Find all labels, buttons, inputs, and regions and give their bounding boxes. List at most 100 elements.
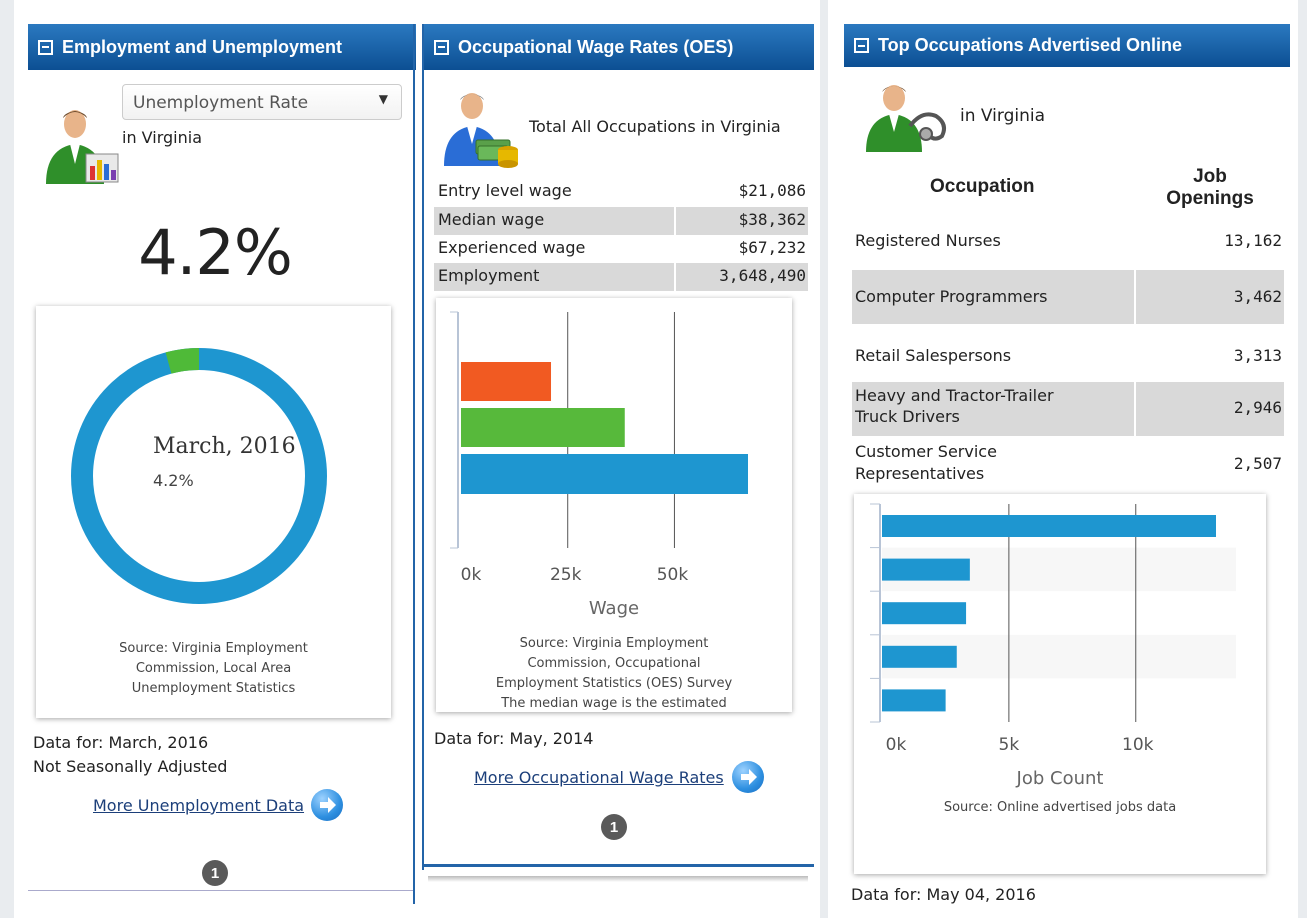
- panel-title: Employment and Unemployment: [62, 36, 343, 57]
- divider-shadow: [428, 876, 808, 882]
- source-line: The median wage is the estimated: [501, 696, 727, 711]
- table-row: Experienced wage $67,232: [434, 235, 808, 263]
- source-line: Commission, Local Area: [135, 661, 292, 676]
- occupation-name-cont: Representatives: [855, 464, 985, 483]
- row-value: 3,648,490: [719, 266, 806, 285]
- col-openings-header: Job Openings: [1148, 166, 1272, 210]
- occupation-name: Registered Nurses: [855, 231, 1001, 250]
- nurse-avatar-icon: [866, 85, 946, 152]
- header-line: Job: [1193, 166, 1227, 187]
- column-separator: [413, 24, 415, 904]
- data-for-label: Data for: March, 2016: [33, 733, 209, 752]
- openings-value: 2,946: [1233, 398, 1282, 417]
- table-row: Employment 3,648,490: [434, 263, 808, 291]
- source-line: Source: Virginia Employment: [119, 641, 308, 656]
- row-label: Employment: [438, 266, 540, 285]
- column-separator: [422, 24, 424, 870]
- panel-header: Employment and Unemployment: [28, 24, 428, 70]
- page-indicator[interactable]: 1: [202, 860, 228, 886]
- source-text: Source: Virginia Employment Commission, …: [436, 634, 792, 712]
- money-avatar-icon: [444, 93, 518, 168]
- col-occupation-header: Occupation: [930, 176, 1035, 197]
- occupation-name: Retail Salespersons: [855, 346, 1012, 365]
- panel-title: Occupational Wage Rates (OES): [458, 36, 734, 57]
- donut-chart-box: March, 2016 4.2% Source: Virginia Employ…: [36, 306, 391, 718]
- panel-header: Occupational Wage Rates (OES): [424, 24, 814, 70]
- table-row: Heavy and Tractor-Trailer Truck Drivers …: [852, 382, 1284, 436]
- more-unemployment-link[interactable]: More Unemployment Data: [93, 796, 304, 815]
- bar: [461, 408, 625, 447]
- occupation-name-cont: Truck Drivers: [855, 407, 960, 426]
- collapse-icon[interactable]: [434, 39, 449, 55]
- panel-header: Top Occupations Advertised Online: [844, 24, 1290, 67]
- dropdown-arrow-icon: ▼: [378, 92, 388, 106]
- source-text: Source: Online advertised jobs data: [943, 800, 1177, 815]
- x-axis-title: Wage: [588, 598, 640, 619]
- x-tick-label: 10k: [1122, 735, 1154, 755]
- x-tick-label: 50k: [657, 565, 689, 585]
- table-row: Registered Nurses 13,162: [852, 216, 1284, 266]
- panel-top-occupations: Top Occupations Advertised Online in Vir…: [828, 0, 1298, 918]
- row-label: Experienced wage: [438, 238, 586, 257]
- source-line: Source: Virginia Employment: [519, 636, 709, 651]
- jobs-chart-box: 0k 5k 10k Job Count Source: Online adverti…: [854, 494, 1266, 874]
- page-indicator[interactable]: 1: [601, 814, 627, 840]
- row-label: Median wage: [438, 210, 545, 229]
- cell-divider: [674, 263, 676, 291]
- data-for-label: Data for: May 04, 2016: [851, 885, 1036, 904]
- table-row: Entry level wage $21,086: [434, 178, 808, 207]
- header-line: Openings: [1166, 188, 1254, 209]
- occupation-name: Heavy and Tractor-Trailer: [855, 386, 1054, 405]
- wage-table: Entry level wage $21,086 Median wage $38…: [434, 178, 808, 291]
- cell-divider: [1134, 270, 1136, 324]
- more-wages-link[interactable]: More Occupational Wage Rates: [474, 768, 724, 787]
- bar: [882, 558, 970, 581]
- openings-value: 3,462: [1233, 287, 1282, 306]
- source-line: Employment Statistics (OES) Survey: [495, 676, 733, 691]
- donut-ring-main: [71, 348, 327, 604]
- donut-date: March, 2016: [153, 434, 296, 459]
- jobs-bar-chart: 0k 5k 10k: [870, 503, 1236, 755]
- openings-value: 2,507: [1233, 454, 1282, 473]
- wage-bar-chart: 0k 25k 50k: [450, 311, 748, 585]
- location-label: in Virginia: [960, 106, 1045, 126]
- occupation-name: Computer Programmers: [855, 287, 1048, 306]
- row-value: $67,232: [738, 238, 806, 257]
- source-text: Source: Virginia Employment Commission, …: [36, 639, 391, 699]
- more-wages-arrow-icon[interactable]: [732, 761, 764, 793]
- donut-value: 4.2%: [153, 471, 194, 490]
- select-value: Unemployment Rate: [133, 93, 309, 113]
- occupation-table: Registered Nurses 13,162 Computer Progra…: [852, 216, 1284, 488]
- cell-divider: [1134, 382, 1136, 436]
- bar: [882, 645, 957, 668]
- bar: [882, 515, 1216, 537]
- row-label: Entry level wage: [438, 181, 572, 200]
- divider: [28, 890, 414, 891]
- collapse-icon[interactable]: [38, 39, 53, 55]
- analyst-avatar-icon: [46, 110, 119, 184]
- donut-ring-segment: [71, 348, 327, 604]
- bar: [461, 362, 552, 401]
- bar: [882, 602, 967, 625]
- x-axis-title: Job Count: [1016, 768, 1104, 789]
- bar: [461, 454, 748, 494]
- divider: [422, 864, 814, 867]
- x-tick-label: 0k: [461, 565, 482, 585]
- x-tick-label: 5k: [999, 735, 1020, 755]
- row-value: $38,362: [738, 210, 806, 229]
- measure-select[interactable]: Unemployment Rate ▼: [122, 84, 402, 120]
- wage-chart-box: 0k 25k 50k Wage Source: Virginia Employmen…: [436, 298, 792, 712]
- x-tick-label: 25k: [550, 565, 582, 585]
- cell-divider: [674, 207, 676, 235]
- row-value: $21,086: [738, 181, 806, 200]
- more-unemployment-arrow-icon[interactable]: [311, 789, 343, 821]
- data-for-label: Data for: May, 2014: [434, 729, 594, 748]
- openings-value: 13,162: [1224, 231, 1282, 250]
- openings-value: 3,313: [1233, 346, 1282, 365]
- donut-chart: [71, 348, 327, 604]
- collapse-icon[interactable]: [854, 38, 869, 53]
- wage-subtitle: Total All Occupations in Virginia: [529, 117, 781, 136]
- table-row: Computer Programmers 3,462: [852, 270, 1284, 324]
- source-line: Unemployment Statistics: [131, 681, 296, 696]
- x-tick-label: 0k: [886, 735, 907, 755]
